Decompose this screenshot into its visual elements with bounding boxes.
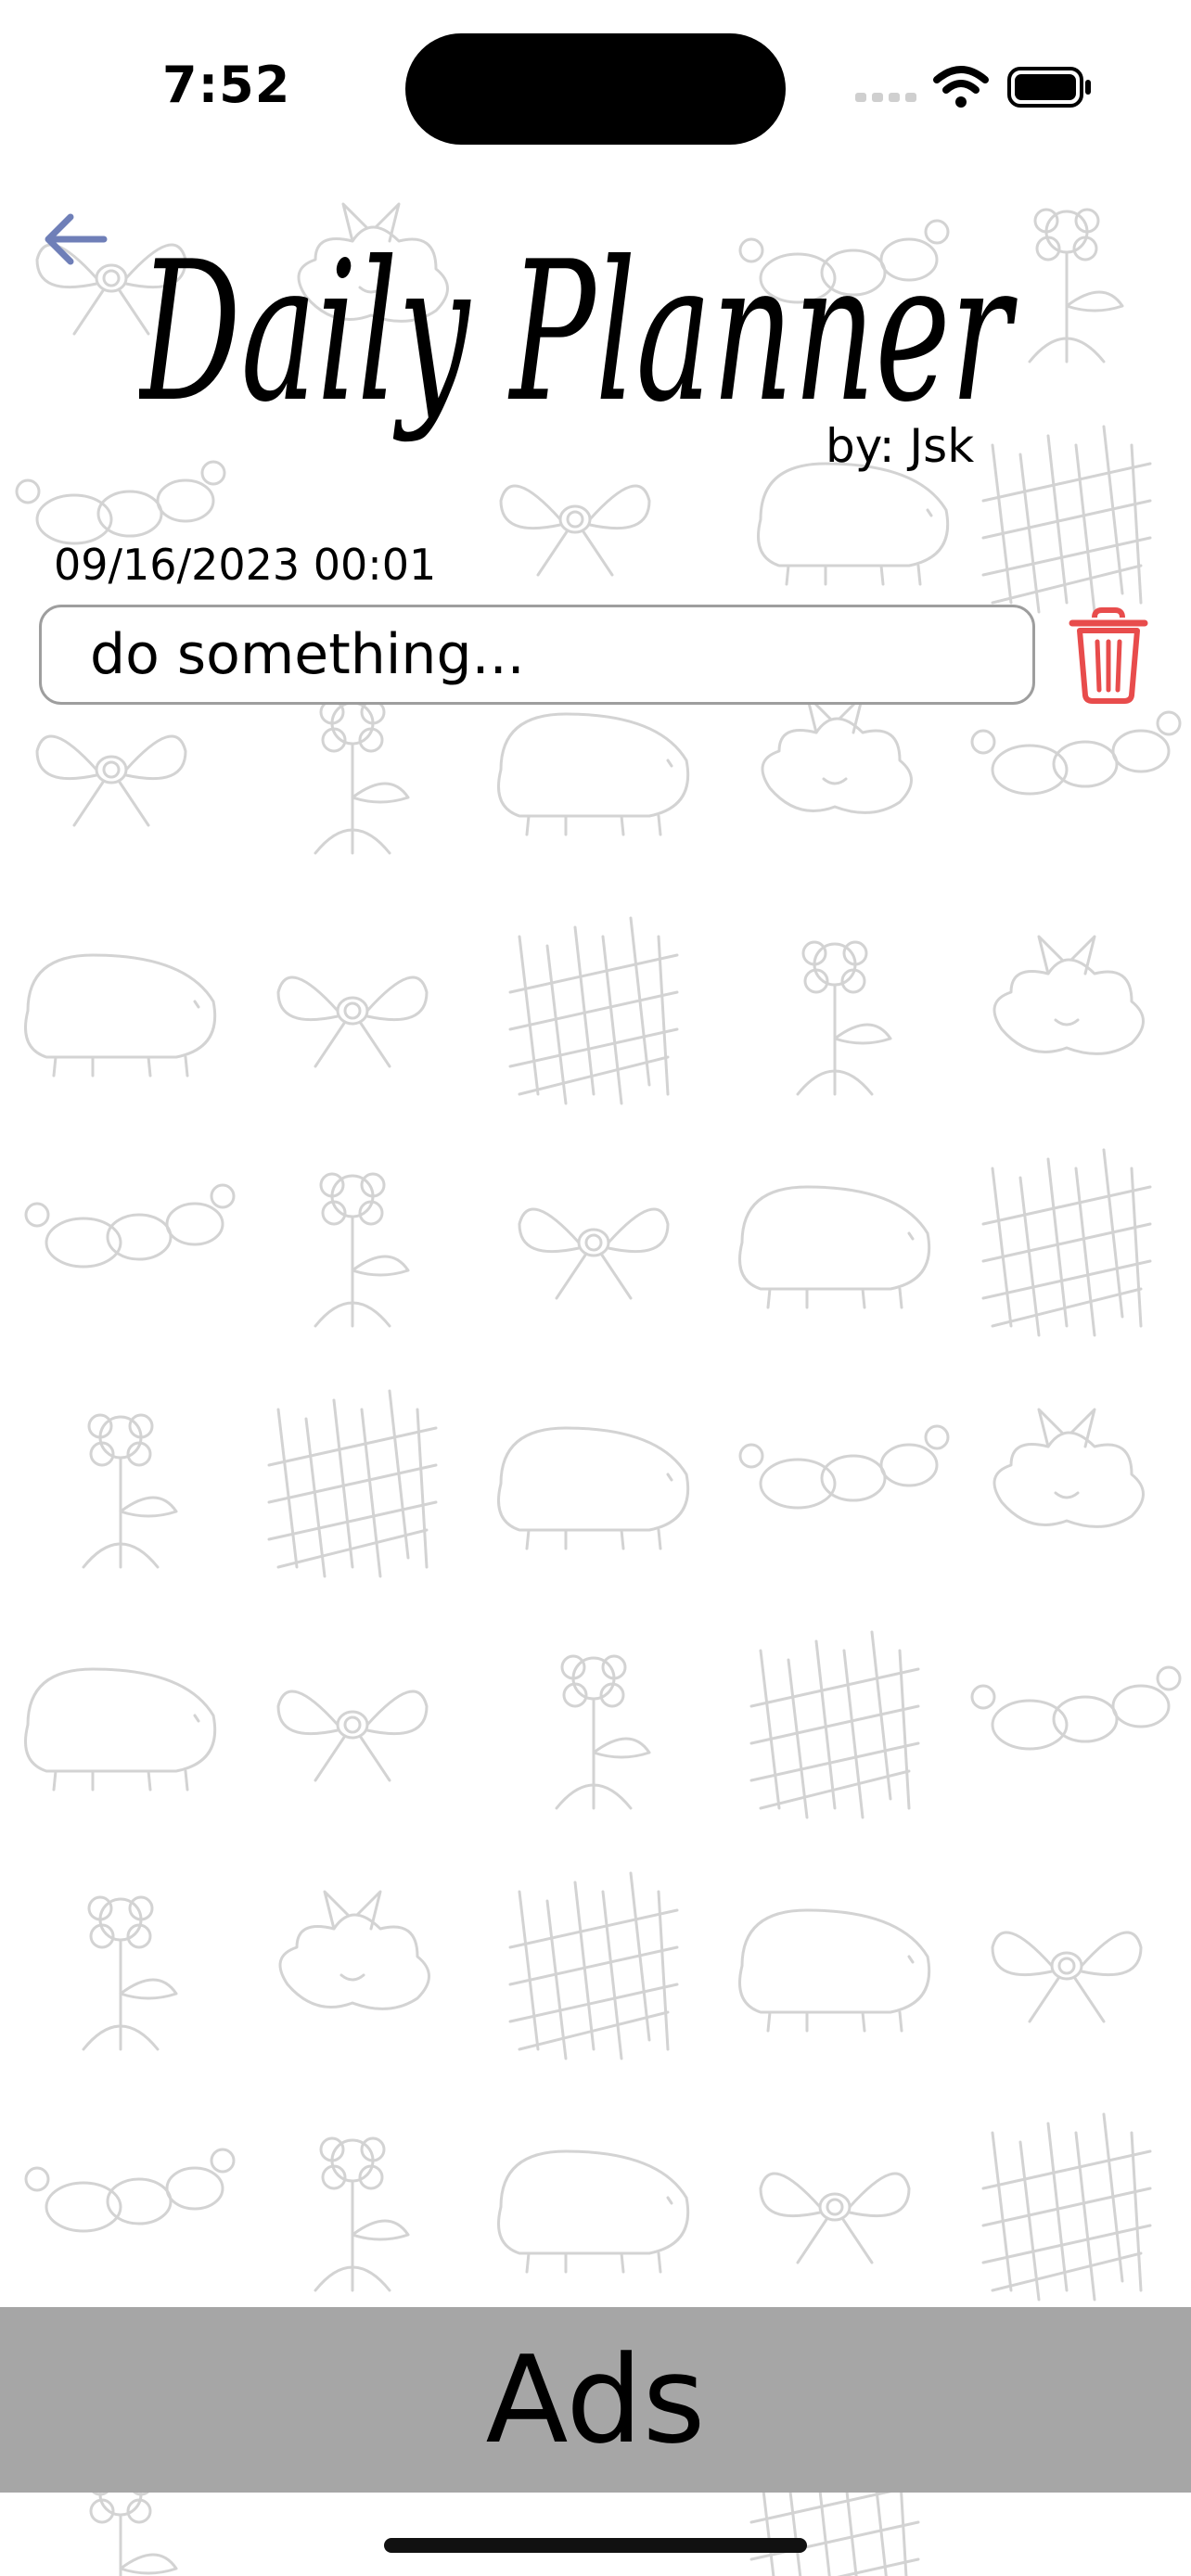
flower-doodle bbox=[796, 940, 892, 1096]
status-bar: 7:52 bbox=[0, 0, 1191, 176]
bow-doodle bbox=[518, 1207, 670, 1300]
cellular-signal-icon bbox=[855, 93, 916, 102]
scribble-doodle bbox=[981, 1148, 1152, 1337]
cloud-doodle bbox=[992, 1408, 1145, 1528]
flower-doodle bbox=[82, 1895, 178, 2051]
balloon-doodle bbox=[970, 1665, 1182, 1751]
battery-icon bbox=[1007, 67, 1091, 108]
pig-doodle bbox=[497, 2149, 690, 2274]
back-arrow-icon[interactable] bbox=[39, 202, 113, 276]
pig-doodle bbox=[24, 953, 217, 1078]
author-label: by: Jsk bbox=[826, 419, 975, 473]
scribble-doodle bbox=[508, 1871, 679, 2060]
balloon-doodle bbox=[24, 2148, 236, 2233]
pig-doodle bbox=[738, 1185, 931, 1309]
balloon-doodle bbox=[738, 1424, 950, 1510]
ad-label: Ads bbox=[485, 2329, 706, 2470]
cloud-doodle bbox=[278, 1890, 430, 2010]
entry-date: 09/16/2023 00:01 bbox=[54, 540, 437, 590]
scribble-doodle bbox=[749, 1630, 920, 1819]
cloud-doodle bbox=[761, 694, 913, 814]
bow-doodle bbox=[991, 1931, 1143, 2023]
flower-doodle bbox=[555, 1654, 651, 1810]
bow-doodle bbox=[276, 1690, 429, 1782]
cloud-doodle bbox=[992, 935, 1145, 1055]
bow-doodle bbox=[35, 734, 187, 827]
wifi-icon bbox=[933, 66, 989, 108]
pig-doodle bbox=[24, 1667, 217, 1792]
flower-doodle bbox=[82, 1413, 178, 1569]
bow-doodle bbox=[276, 976, 429, 1068]
trash-icon[interactable] bbox=[1067, 605, 1150, 705]
entry-text-field[interactable]: do something... bbox=[39, 605, 1035, 705]
entry-row: do something... bbox=[39, 605, 1161, 710]
scribble-doodle bbox=[981, 2112, 1152, 2302]
dynamic-island bbox=[405, 33, 786, 145]
bow-doodle bbox=[759, 2172, 911, 2264]
pig-doodle bbox=[738, 1908, 931, 2033]
scribble-doodle bbox=[267, 1389, 438, 1578]
flower-doodle bbox=[314, 1172, 410, 1328]
balloon-doodle bbox=[24, 1183, 236, 1269]
bow-doodle bbox=[499, 484, 651, 577]
pig-doodle bbox=[497, 1426, 690, 1550]
status-time: 7:52 bbox=[162, 56, 291, 114]
flower-doodle bbox=[314, 2136, 410, 2292]
ad-banner[interactable]: Ads bbox=[0, 2307, 1191, 2493]
home-indicator[interactable] bbox=[384, 2538, 807, 2553]
flower-doodle bbox=[314, 699, 410, 855]
flower-doodle bbox=[1028, 208, 1124, 363]
pig-doodle bbox=[497, 712, 690, 836]
scribble-doodle bbox=[508, 916, 679, 1105]
balloon-doodle bbox=[970, 710, 1182, 796]
title-text: Daily Planner bbox=[139, 221, 1018, 445]
